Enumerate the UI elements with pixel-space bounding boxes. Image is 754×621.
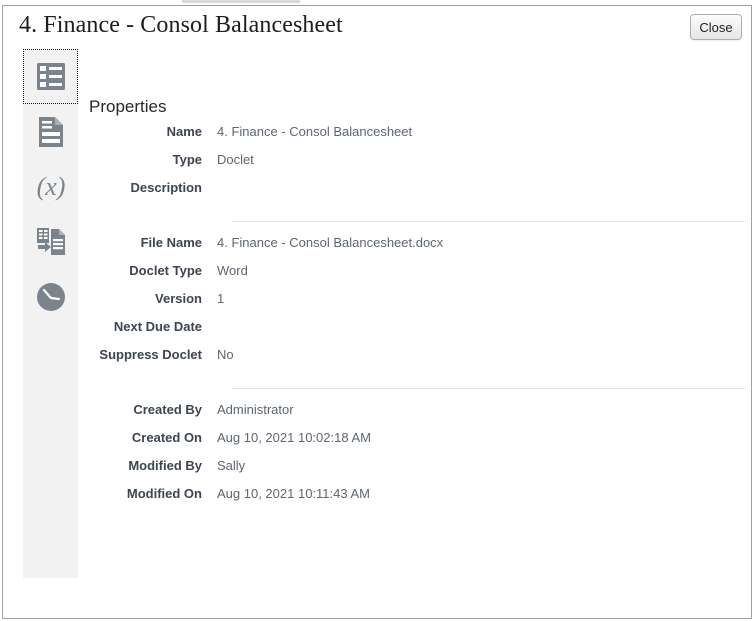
field-row-type: Type Doclet bbox=[78, 152, 751, 180]
sidebar-item-history[interactable] bbox=[23, 269, 78, 324]
properties-list-icon bbox=[35, 62, 67, 92]
field-row-modified-by: Modified By Sally bbox=[78, 458, 751, 486]
field-label-doclet-type: Doclet Type bbox=[129, 263, 202, 278]
properties-content-pane: Properties Name 4. Finance - Consol Bala… bbox=[78, 49, 751, 619]
field-value-doclet-type: Word bbox=[217, 263, 248, 278]
group-divider-1 bbox=[232, 221, 745, 222]
variable-x-icon: (x) bbox=[32, 171, 70, 203]
field-row-created-by: Created By Administrator bbox=[78, 402, 751, 430]
screenshot-root: 4. Finance - Consol Balancesheet Close (… bbox=[0, 0, 754, 621]
field-value-suppress-doclet: No bbox=[217, 347, 234, 362]
field-label-next-due-date: Next Due Date bbox=[113, 319, 202, 334]
properties-dialog: 4. Finance - Consol Balancesheet Close (… bbox=[2, 5, 752, 619]
field-row-name: Name 4. Finance - Consol Balancesheet bbox=[78, 124, 751, 152]
field-value-modified-on: Aug 10, 2021 10:11:43 AM bbox=[217, 486, 370, 501]
field-label-modified-on: Modified On bbox=[126, 486, 202, 501]
field-value-type: Doclet bbox=[217, 152, 254, 167]
svg-text:(x): (x) bbox=[36, 172, 65, 201]
group-divider-2 bbox=[232, 388, 745, 389]
field-value-created-by: Administrator bbox=[217, 402, 294, 417]
field-group-identity: Name 4. Finance - Consol Balancesheet Ty… bbox=[78, 124, 751, 208]
field-label-suppress-doclet: Suppress Doclet bbox=[99, 347, 202, 362]
document-icon bbox=[36, 116, 66, 148]
cut-off-top-sliver bbox=[182, 0, 300, 3]
field-value-name: 4. Finance - Consol Balancesheet bbox=[217, 124, 413, 139]
field-label-file-name: File Name bbox=[140, 235, 202, 250]
close-button[interactable]: Close bbox=[690, 14, 742, 40]
embedded-content-icon bbox=[34, 226, 68, 258]
section-title: Properties bbox=[89, 97, 167, 116]
field-label-modified-by: Modified By bbox=[128, 458, 202, 473]
field-label-type: Type bbox=[172, 152, 202, 167]
field-value-version: 1 bbox=[217, 291, 225, 306]
field-row-created-on: Created On Aug 10, 2021 10:02:18 AM bbox=[78, 430, 751, 458]
sidebar-item-embedded-content[interactable] bbox=[23, 214, 78, 269]
clock-history-icon bbox=[35, 281, 67, 313]
properties-form: Name 4. Finance - Consol Balancesheet Ty… bbox=[78, 124, 751, 514]
field-row-suppress-doclet: Suppress Doclet No bbox=[78, 347, 751, 375]
field-label-description: Description bbox=[130, 180, 202, 195]
field-row-next-due-date: Next Due Date bbox=[78, 319, 751, 347]
field-row-doclet-type: Doclet Type Word bbox=[78, 263, 751, 291]
dialog-header: 4. Finance - Consol Balancesheet Close bbox=[3, 6, 751, 49]
field-group-audit: Created By Administrator Created On Aug … bbox=[78, 402, 751, 514]
field-value-created-on: Aug 10, 2021 10:02:18 AM bbox=[217, 430, 371, 445]
field-label-name: Name bbox=[166, 124, 202, 139]
field-row-version: Version 1 bbox=[78, 291, 751, 319]
field-row-file-name: File Name 4. Finance - Consol Balanceshe… bbox=[78, 235, 751, 263]
dialog-title: 4. Finance - Consol Balancesheet bbox=[19, 12, 343, 38]
sidebar-item-variables[interactable]: (x) bbox=[23, 159, 78, 214]
field-label-version: Version bbox=[155, 291, 202, 306]
field-group-file: File Name 4. Finance - Consol Balanceshe… bbox=[78, 235, 751, 375]
field-value-file-name: 4. Finance - Consol Balancesheet.docx bbox=[217, 235, 444, 250]
field-row-modified-on: Modified On Aug 10, 2021 10:11:43 AM bbox=[78, 486, 751, 514]
sidebar-icon-rail: (x) bbox=[23, 49, 78, 578]
field-label-created-on: Created On bbox=[131, 430, 202, 445]
sidebar-item-properties[interactable] bbox=[23, 49, 78, 104]
field-row-description: Description bbox=[78, 180, 751, 208]
dialog-body: (x) Properties Name 4. Finance - Consol … bbox=[3, 49, 751, 619]
field-value-modified-by: Sally bbox=[217, 458, 246, 473]
field-label-created-by: Created By bbox=[133, 402, 202, 417]
sidebar-item-content[interactable] bbox=[23, 104, 78, 159]
